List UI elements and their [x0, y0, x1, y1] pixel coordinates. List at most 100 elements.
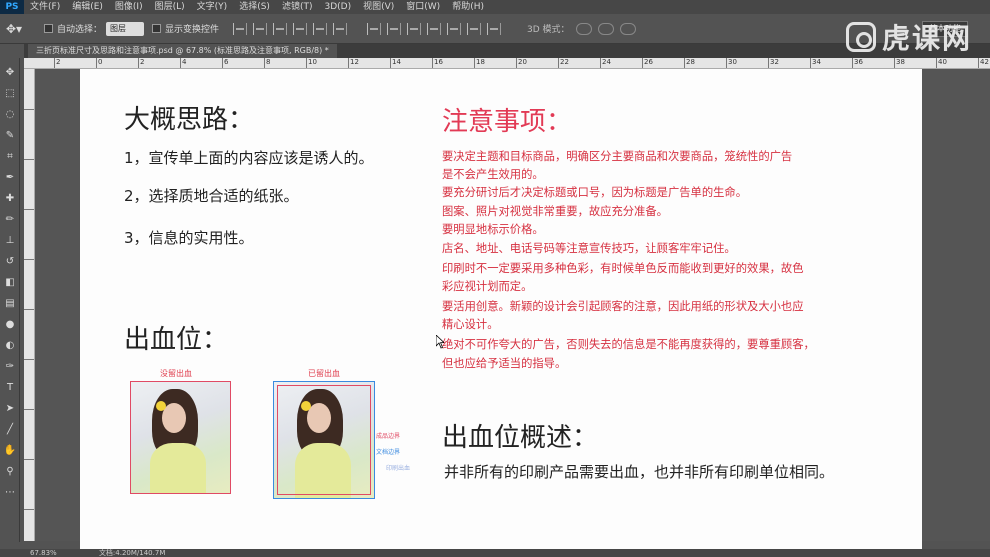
ruler-tick-label: 2 — [54, 58, 60, 68]
bleed-label: 已留出血 — [308, 369, 340, 378]
menu-select[interactable]: 选择(S) — [233, 0, 276, 14]
note-line: 彩应视计划而定。 — [442, 280, 533, 293]
print-bleed-label: 印刷出血 — [386, 465, 411, 472]
show-transform-checkbox[interactable] — [152, 24, 162, 33]
dodge-tool-icon[interactable]: ◐ — [3, 339, 17, 353]
align-vcenter-icon[interactable] — [253, 22, 268, 35]
auto-align-icon[interactable] — [487, 22, 502, 35]
distribute-top-icon[interactable] — [367, 22, 382, 35]
note-line: 但也应给予适当的指导。 — [442, 357, 567, 370]
menu-3d[interactable]: 3D(D) — [318, 0, 357, 14]
ruler-tick-label: 0 — [96, 58, 102, 68]
distribute-hcenter-icon[interactable] — [447, 22, 462, 35]
marquee-tool-icon[interactable]: ⬚ — [3, 87, 17, 101]
align-hcenter-icon[interactable] — [313, 22, 328, 35]
trim-boundary — [277, 385, 371, 495]
3d-rotate-icon[interactable] — [575, 22, 592, 35]
tiger-logo-icon — [845, 22, 876, 52]
lasso-tool-icon[interactable]: ◌ — [3, 108, 17, 122]
path-select-tool-icon[interactable]: ➤ — [3, 402, 17, 416]
menu-help[interactable]: 帮助(H) — [446, 0, 490, 14]
auto-select-label: 自动选择： — [57, 25, 103, 35]
zoom-level[interactable]: 67.83% — [30, 549, 57, 557]
auto-select-checkbox[interactable] — [44, 24, 53, 33]
distribute-vcenter-icon[interactable] — [387, 22, 402, 35]
note-line: 图案、照片对视觉非常重要，故应充分准备。 — [442, 205, 668, 218]
clone-stamp-tool-icon[interactable]: ⊥ — [3, 234, 17, 248]
note-line: 绝对不可作夸大的广告，否则失去的信息是不能再度获得的，要尊重顾客， — [442, 338, 815, 351]
gradient-tool-icon[interactable]: ▤ — [3, 297, 17, 311]
move-tool-preset-icon[interactable]: ✥▾ — [6, 18, 36, 40]
menu-filter[interactable]: 滤镜(T) — [276, 0, 319, 14]
ruler-tick-label: 34 — [810, 58, 821, 68]
zoom-tool-icon[interactable]: ⚲ — [3, 465, 17, 479]
move-tool-icon[interactable]: ✥ — [3, 66, 17, 80]
align-right-icon[interactable] — [333, 22, 348, 35]
idea-heading: 大概思路： — [124, 105, 255, 135]
document-page[interactable]: 大概思路： 1，宣传单上面的内容应该是诱人的。 2，选择质地合适的纸张。 3，信… — [80, 69, 922, 549]
history-brush-tool-icon[interactable]: ↺ — [3, 255, 17, 269]
hand-tool-icon[interactable]: ✋ — [3, 444, 17, 458]
auto-select-dropdown[interactable]: 图层 — [106, 21, 145, 36]
note-line: 要充分研讨后才决定标题或口号，因为标题是广告单的生命。 — [442, 186, 748, 199]
document-boundary-label: 文档边界 — [376, 449, 401, 456]
ruler-tick-label: 14 — [390, 58, 401, 68]
menu-bar: PS 文件(F) 编辑(E) 图像(I) 图层(L) 文字(Y) 选择(S) 滤… — [0, 0, 990, 14]
mouse-cursor-icon — [436, 335, 444, 349]
menu-edit[interactable]: 编辑(E) — [66, 0, 109, 14]
align-bottom-icon[interactable] — [273, 22, 288, 35]
watermark-text: 虎课网 — [881, 22, 972, 55]
ruler-tick — [24, 509, 34, 510]
menu-type[interactable]: 文字(Y) — [191, 0, 234, 14]
overview-heading: 出血位概述： — [442, 423, 599, 453]
type-tool-icon[interactable]: T — [3, 381, 17, 395]
ruler-tick-label: 36 — [852, 58, 863, 68]
idea-item-1: 1，宣传单上面的内容应该是诱人的。 — [124, 149, 374, 167]
quick-select-tool-icon[interactable]: ✎ — [3, 129, 17, 143]
blur-tool-icon[interactable]: ● — [3, 318, 17, 332]
no-bleed-label: 没留出血 — [160, 369, 192, 378]
crop-tool-icon[interactable]: ⌗ — [3, 150, 17, 164]
more-tools-icon[interactable]: ⋯ — [3, 486, 17, 500]
align-left-icon[interactable] — [293, 22, 308, 35]
note-line: 店名、地址、电话号码等注意宣传技巧，让顾客牢牢记住。 — [442, 242, 736, 255]
menu-image[interactable]: 图像(I) — [109, 0, 149, 14]
eyedropper-tool-icon[interactable]: ✒ — [3, 171, 17, 185]
overview-text: 并非所有的印刷产品需要出血，也并非所有印刷单位相同。 — [444, 463, 835, 481]
ruler-tick-label: 12 — [348, 58, 359, 68]
document-tab[interactable]: 三折页标准尺寸及思路和注意事项.psd @ 67.8% (标准思路及注意事项, … — [28, 44, 337, 58]
notes-heading: 注意事项： — [442, 107, 573, 137]
menu-window[interactable]: 窗口(W) — [400, 0, 446, 14]
brush-tool-icon[interactable]: ✏ — [3, 213, 17, 227]
align-top-icon[interactable] — [233, 22, 248, 35]
eraser-tool-icon[interactable]: ◧ — [3, 276, 17, 290]
ruler-tick — [24, 159, 34, 160]
idea-item-2: 2，选择质地合适的纸张。 — [124, 187, 299, 205]
ruler-tick-label: 40 — [936, 58, 947, 68]
ruler-tick-label: 42 — [978, 58, 989, 68]
distribute-bottom-icon[interactable] — [407, 22, 422, 35]
ruler-tick-label: 28 — [684, 58, 695, 68]
3d-mode-label: 3D 模式： — [527, 25, 570, 35]
no-bleed-boundary — [130, 381, 231, 494]
ruler-tick-label: 26 — [642, 58, 653, 68]
3d-roll-icon[interactable] — [597, 22, 614, 35]
align-buttons — [233, 22, 353, 35]
ruler-tick-label: 38 — [894, 58, 905, 68]
menu-file[interactable]: 文件(F) — [24, 0, 66, 14]
pen-tool-icon[interactable]: ✑ — [3, 360, 17, 374]
horizontal-ruler: 2 0 2 4 6 8 10 12 14 16 18 20 22 24 26 28 30 32 34 36 38 40 42 — [24, 58, 990, 69]
ruler-tick — [24, 109, 34, 110]
note-line: 要决定主题和目标商品，明确区分主要商品和次要商品，笼统性的广告 — [442, 150, 793, 163]
menu-layer[interactable]: 图层(L) — [149, 0, 191, 14]
line-tool-icon[interactable]: ╱ — [3, 423, 17, 437]
menu-view[interactable]: 视图(V) — [357, 0, 400, 14]
distribute-right-icon[interactable] — [467, 22, 482, 35]
3d-pan-icon[interactable] — [619, 22, 636, 35]
note-line: 印刷时不一定要采用多种色彩，有时候单色反而能收到更好的效果，故色 — [442, 262, 804, 275]
ruler-tick-label: 24 — [600, 58, 611, 68]
distribute-left-icon[interactable] — [427, 22, 442, 35]
idea-item-3: 3，信息的实用性。 — [124, 229, 254, 247]
tools-panel: ✥ ⬚ ◌ ✎ ⌗ ✒ ✚ ✏ ⊥ ↺ ◧ ▤ ● ◐ ✑ T ➤ ╱ ✋ ⚲ … — [0, 58, 20, 557]
healing-brush-tool-icon[interactable]: ✚ — [3, 192, 17, 206]
